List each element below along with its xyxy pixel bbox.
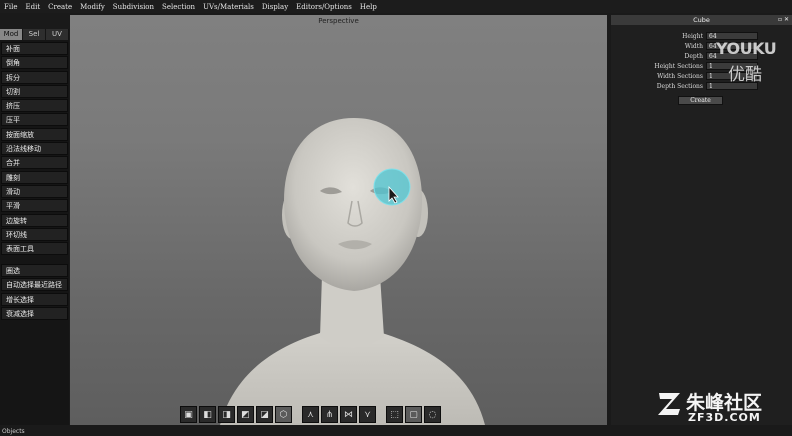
prop-label: Width: [684, 42, 703, 50]
tool-button[interactable]: 倒角: [1, 56, 68, 70]
object-mode-icon[interactable]: ⋎: [359, 406, 376, 423]
menu-create[interactable]: Create: [48, 3, 72, 11]
lasso-select-icon[interactable]: ◌: [424, 406, 441, 423]
menu-file[interactable]: File: [4, 3, 17, 11]
prop-label: Height Sections: [654, 62, 703, 70]
prop-label: Width Sections: [657, 72, 703, 80]
tool-button[interactable]: 滑动: [1, 184, 68, 198]
select-tool-button[interactable]: 自动选择最近路径: [1, 278, 68, 292]
tool-button[interactable]: 环切线: [1, 227, 68, 241]
menu-editors-options[interactable]: Editors/Options: [296, 3, 352, 11]
tool-button[interactable]: 拆分: [1, 70, 68, 84]
prop-label: Depth: [684, 52, 703, 60]
youku-watermark-cn: 优酷: [728, 65, 762, 85]
view-cube-icon[interactable]: ▣: [180, 406, 197, 423]
prop-row-depth-sections: Depth Sections 1: [611, 81, 792, 91]
view-perspective-icon[interactable]: ◪: [256, 406, 273, 423]
tool-button[interactable]: 补面: [1, 42, 68, 55]
tool-button[interactable]: 平滑: [1, 199, 68, 213]
create-button[interactable]: Create: [678, 96, 723, 105]
menu-display[interactable]: Display: [262, 3, 288, 11]
prop-label: Height: [682, 32, 703, 40]
tool-button[interactable]: 沿法线移动: [1, 142, 68, 156]
tool-button[interactable]: 合并: [1, 156, 68, 170]
face-mode-icon[interactable]: ⋈: [340, 406, 357, 423]
view-top-icon[interactable]: ◩: [237, 406, 254, 423]
menu-bar: File Edit Create Modify Subdivision Sele…: [0, 0, 792, 13]
panel-window-buttons-icon[interactable]: ▫ ✕: [778, 15, 789, 25]
menu-help[interactable]: Help: [360, 3, 377, 11]
tab-mod[interactable]: Mod: [0, 29, 22, 40]
view-toolbar: ▣ ◧ ◨ ◩ ◪ ⬡ ⋏ ⋔ ⋈ ⋎ ⬚ ▢ ◌: [180, 405, 441, 424]
edge-mode-icon[interactable]: ⋔: [321, 406, 338, 423]
head-model[interactable]: [70, 15, 607, 425]
tool-tabs: Mod Sel UV: [0, 29, 69, 40]
tool-button[interactable]: 边旋转: [1, 213, 68, 227]
select-tool-button[interactable]: 圈选: [1, 264, 68, 277]
view-hex-icon[interactable]: ⬡: [275, 406, 292, 423]
properties-panel: Cube ▫ ✕ Height 64 Width 64 Depth 64 Hei…: [611, 15, 792, 425]
box-select-icon[interactable]: ▢: [405, 406, 422, 423]
tool-button[interactable]: 挤压: [1, 99, 68, 113]
zf3d-logo-icon: [658, 393, 680, 415]
panel-title: Cube: [693, 16, 710, 24]
tab-uv[interactable]: UV: [46, 29, 68, 40]
tool-button[interactable]: 按面缩放: [1, 127, 68, 141]
select-tool-button[interactable]: 增长选择: [1, 292, 68, 306]
tool-button[interactable]: 压平: [1, 113, 68, 127]
menu-modify[interactable]: Modify: [80, 3, 105, 11]
tool-button[interactable]: 雕刻: [1, 170, 68, 184]
menu-edit[interactable]: Edit: [25, 3, 40, 11]
select-tool-list: 圈选 自动选择最近路径 增长选择 衰减选择: [1, 264, 68, 321]
panel-header: Cube ▫ ✕: [611, 15, 792, 25]
prop-row-height-sections: Height Sections 1: [611, 61, 792, 71]
tool-button[interactable]: 切割: [1, 84, 68, 98]
marquee-select-icon[interactable]: ⬚: [386, 406, 403, 423]
tool-button[interactable]: 表面工具: [1, 242, 68, 256]
tab-sel[interactable]: Sel: [23, 29, 45, 40]
menu-selection[interactable]: Selection: [162, 3, 195, 11]
viewport[interactable]: Perspective ▣ ◧ ◨ ◩ ◪ ⬡ ⋏ ⋔ ⋈ ⋎ ⬚ ▢ ◌: [70, 15, 607, 425]
menu-subdivision[interactable]: Subdivision: [113, 3, 154, 11]
status-bar: Objects: [0, 428, 792, 436]
prop-row-width-sections: Width Sections 1: [611, 71, 792, 81]
select-tool-button[interactable]: 衰减选择: [1, 306, 68, 320]
menu-uvs-materials[interactable]: UVs/Materials: [203, 3, 254, 11]
view-side-icon[interactable]: ◨: [218, 406, 235, 423]
vertex-mode-icon[interactable]: ⋏: [302, 406, 319, 423]
tool-list: 补面 倒角 拆分 切割 挤压 压平 按面缩放 沿法线移动 合并 雕刻 滑动 平滑…: [1, 42, 68, 256]
view-front-icon[interactable]: ◧: [199, 406, 216, 423]
youku-watermark: YOUKU: [716, 39, 777, 58]
prop-label: Depth Sections: [656, 82, 703, 90]
zf3d-watermark-url: ZF3D.COM: [688, 411, 761, 424]
